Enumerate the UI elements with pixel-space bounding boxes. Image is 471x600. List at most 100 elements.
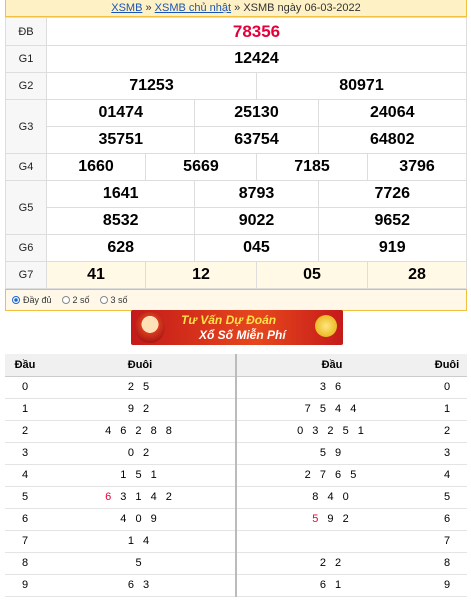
prize-g5-value: 1641 [45,180,196,208]
breadcrumb: XSMB » XSMB chủ nhật » XSMB ngày 06-03-2… [5,0,467,17]
cell-text: 2 7 6 5 [304,469,360,481]
fortune-god-icon [135,312,165,343]
dau-cell: 0 [5,376,45,399]
prize-label-g1: G1 [5,45,47,73]
prize-g5-value: 8532 [45,207,196,235]
highlight-digit: 5 [312,513,322,525]
duoi-cell: 8 [427,552,467,575]
prize-g7-value: 05 [255,261,369,289]
duoi-cell: 9 2 [45,398,236,421]
dau-cell: 0 3 2 5 1 [235,420,427,443]
table-row: 9 6 3 6 1 9 [5,574,467,597]
prize-g7-value: 41 [46,261,146,289]
highlight-digit: 6 [105,491,115,503]
cell-text: 4 6 2 8 8 [105,425,175,437]
prize-g3-value: 01474 [45,99,196,127]
breadcrumb-link-xsmb[interactable]: XSMB [111,2,142,14]
prize-g3-value: 25130 [194,99,319,127]
duoi-cell: 6 3 1 4 2 [45,486,236,509]
radio-icon[interactable] [99,296,108,304]
breadcrumb-link-xsmb-sunday[interactable]: XSMB chủ nhật [155,2,231,14]
table-row: 3 0 2 5 9 3 [5,442,467,465]
prize-label-g3: G3 [5,99,47,154]
table-row: 8 5 2 2 8 [5,552,467,575]
cell-text: 1 4 [127,535,153,547]
option-3-digits[interactable]: 3 số [99,295,128,305]
dau-cell: 8 [5,552,45,575]
breadcrumb-separator: » [231,2,244,14]
cell-text: 3 1 4 2 [114,491,175,503]
breadcrumb-separator: » [142,2,155,14]
prize-g2-value: 80971 [255,72,468,100]
duoi-cell: 5 [45,552,236,575]
prize-g6-value: 628 [45,234,196,262]
prize-g3-value: 63754 [194,126,319,154]
duoi-cell: 9 [427,574,467,597]
prize-g3-value: 64802 [317,126,468,154]
prize-g5-value: 7726 [317,180,468,208]
dau-cell: 2 [5,420,45,443]
prize-g1-value: 12424 [46,45,467,73]
cell-text: 2 2 [319,557,345,569]
column-header-duoi: Đuôi [427,354,467,377]
dau-cell: 3 [5,442,45,465]
option-full-label: Đầy đủ [23,295,52,305]
table-row: 4 1 5 1 2 7 6 5 4 [5,464,467,487]
banner-line-2: Xổ Số Miễn Phí [199,328,286,342]
duoi-cell: 1 [427,398,467,421]
radio-icon[interactable] [61,296,70,304]
cell-text: 5 [135,557,145,569]
prediction-banner[interactable]: Tư Vấn Dự Đoán Xổ Số Miễn Phí [131,310,343,345]
cell-text: 8 4 0 [312,491,352,503]
prize-label-g6: G6 [5,234,47,262]
dau-cell: 6 1 [235,574,427,597]
dau-cell: 8 4 0 [235,486,427,509]
duoi-cell: 0 [427,376,467,399]
prize-g6-value: 045 [194,234,319,262]
dau-cell: 2 7 6 5 [235,464,427,487]
cell-text: 9 2 [321,513,352,525]
dau-cell: 5 9 [235,442,427,465]
dau-cell: 5 9 2 [235,508,427,531]
prize-g7-value: 12 [144,261,257,289]
duoi-cell: 3 [427,442,467,465]
dau-cell: 9 [5,574,45,597]
duoi-cell: 2 [427,420,467,443]
dau-cell [235,530,427,553]
cell-text: 6 3 [127,579,153,591]
duoi-cell: 2 5 [45,376,236,399]
prize-g2-value: 71253 [46,72,257,100]
display-options: Đầy đủ 2 số 3 số [5,289,467,311]
prize-g5-value: 9022 [194,207,319,235]
duoi-cell: 1 5 1 [45,464,236,487]
option-full[interactable]: Đầy đủ [12,295,52,305]
dau-cell: 7 5 4 4 [235,398,427,421]
cell-text: 6 1 [319,579,345,591]
prize-g3-value: 35751 [45,126,196,154]
cell-text: 2 5 [127,381,153,393]
cell-text: 5 9 [319,447,345,459]
option-2-digits[interactable]: 2 số [61,295,90,305]
cell-text: 7 5 4 4 [304,403,360,415]
prize-g4-value: 3796 [367,153,467,181]
duoi-cell: 1 4 [45,530,236,553]
results-table: ĐB 78356 G1 12424 G2 71253 80971 G3 0147… [5,17,468,289]
prize-g4-value: 1660 [46,153,146,181]
breadcrumb-current: XSMB ngày 06-03-2022 [243,2,361,14]
cell-text: 0 2 [127,447,153,459]
table-row: 1 9 2 7 5 4 4 1 [5,398,467,421]
column-header-dau: Đầu [235,354,427,377]
radio-checked-icon[interactable] [12,296,20,304]
cell-text: 4 0 9 [120,513,160,525]
prize-g6-value: 919 [317,234,468,262]
cell-text: 3 6 [319,381,345,393]
table-row: 0 2 5 3 6 0 [5,376,467,399]
duoi-cell: 5 [427,486,467,509]
dau-cell: 6 [5,508,45,531]
table-row: 56 3 1 4 28 4 05 [5,486,467,509]
prize-label-g2: G2 [5,72,47,100]
table-row: 64 0 95 9 26 [5,508,467,531]
prize-label-g7: G7 [5,261,47,289]
dau-cell: 5 [5,486,45,509]
dau-cell: 7 [5,530,45,553]
